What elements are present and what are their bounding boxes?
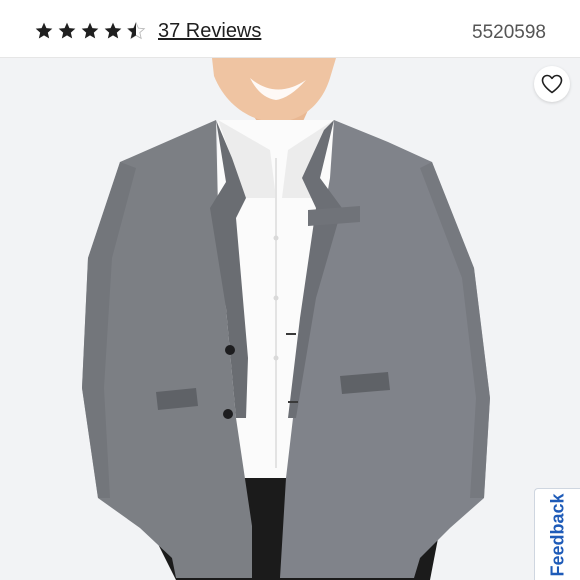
star-full-icon — [35, 22, 53, 39]
star-rating — [34, 21, 146, 43]
product-sku: 5520598 — [472, 22, 546, 43]
reviews-link[interactable]: 37 Reviews — [158, 20, 261, 43]
product-image — [0, 58, 580, 580]
heart-outline-icon — [541, 74, 563, 94]
star-full-icon — [58, 22, 76, 39]
product-header-bar: 37 Reviews 5520598 — [0, 0, 580, 58]
star-full-icon — [104, 22, 122, 39]
star-full-icon — [81, 22, 99, 39]
product-image-area[interactable]: Feedback — [0, 58, 580, 580]
star-half-icon — [126, 21, 146, 40]
feedback-label: Feedback — [547, 492, 567, 577]
feedback-tab[interactable]: Feedback — [534, 488, 580, 580]
favorite-button[interactable] — [534, 66, 570, 102]
